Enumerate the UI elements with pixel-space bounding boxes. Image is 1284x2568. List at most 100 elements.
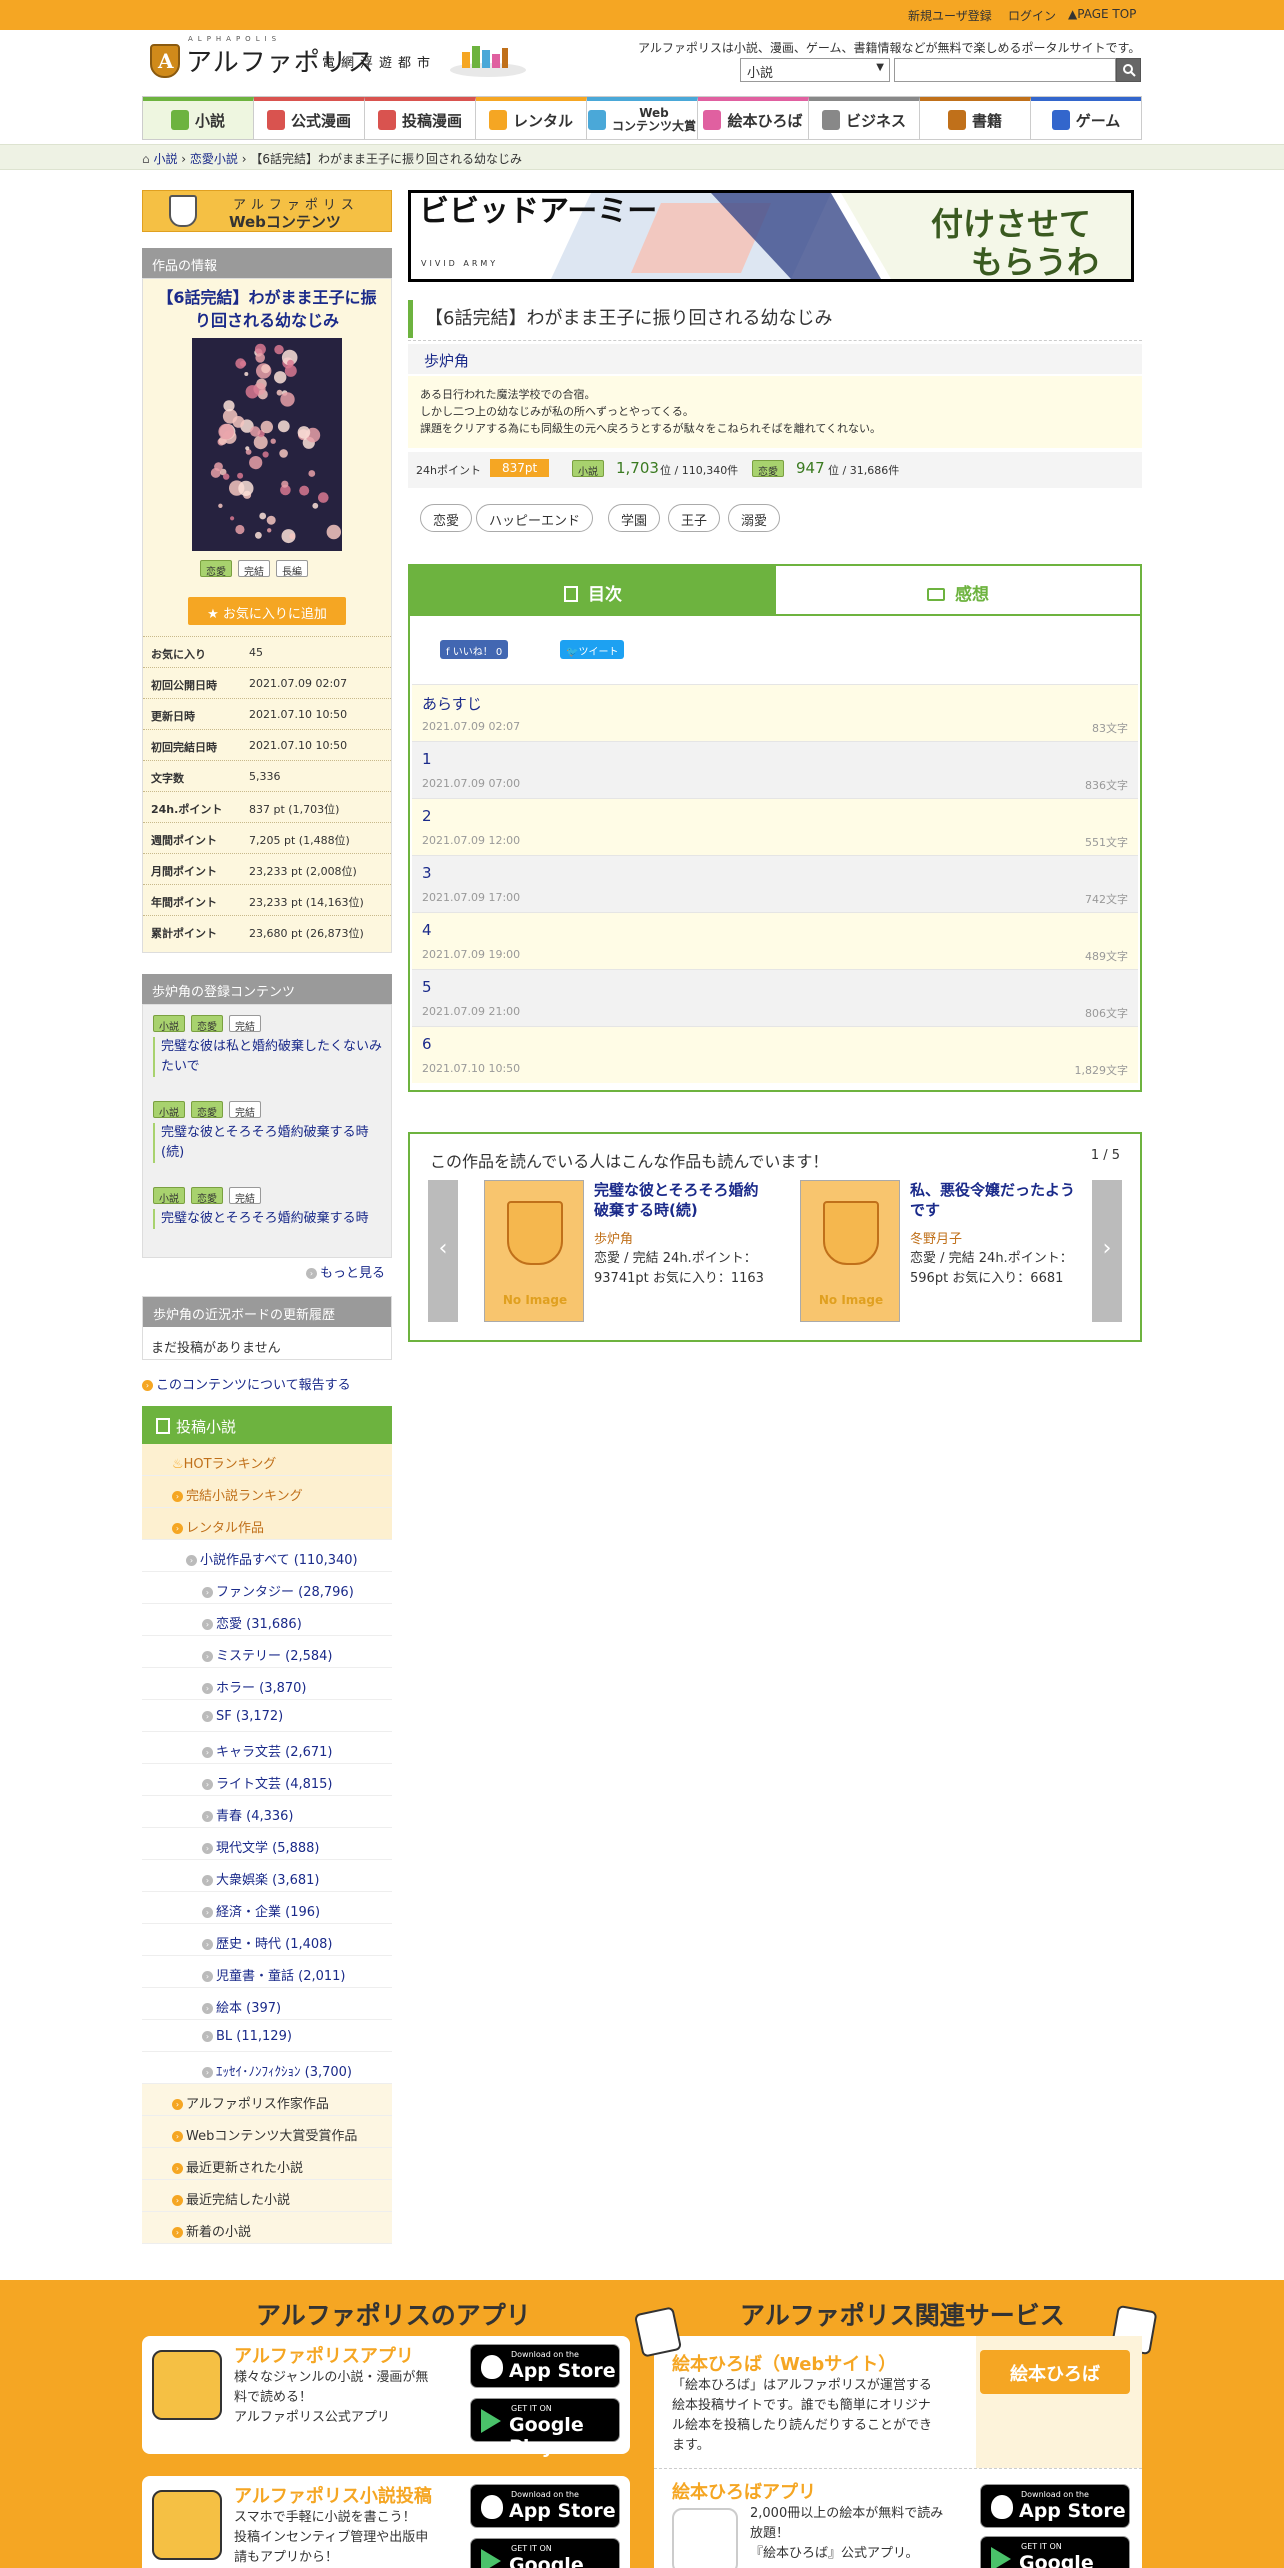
nav-item[interactable]: Web コンテンツ大賞 — [587, 97, 698, 139]
tab-toc[interactable]: 目次 — [410, 566, 776, 616]
breadcrumb-item[interactable]: 恋愛小説 — [190, 152, 238, 166]
google-play-button[interactable]: GET IT ONGoogle Play — [470, 2538, 620, 2568]
episode-row[interactable]: 6 2021.07.10 10:50 1,829文字 — [412, 1026, 1138, 1083]
google-play-button[interactable]: GET IT ONGoogle Play — [980, 2536, 1130, 2568]
tab-comments[interactable]: 感想 — [776, 566, 1140, 616]
ad-banner[interactable]: ビビッドアーミー VIVID ARMY 付けさせて もらうわよ! — [408, 190, 1134, 282]
app-store-button[interactable]: Download on the App Store — [470, 2344, 620, 2388]
menu-item[interactable]: › 大衆娯楽 (3,681) — [142, 1860, 392, 1892]
tag-pill[interactable]: 王子 — [668, 504, 721, 532]
service-title[interactable]: 絵本ひろばアプリ — [672, 2478, 816, 2504]
nav-item[interactable]: 絵本ひろば — [698, 97, 809, 139]
login-link[interactable]: ログイン — [1008, 7, 1056, 24]
nav-item[interactable]: レンタル — [476, 97, 587, 139]
reco-title[interactable]: 完璧な彼とそろそろ婚約破棄する時(続) — [594, 1180, 764, 1220]
page-top-link[interactable]: ▲PAGE TOP — [1068, 7, 1136, 21]
home-icon[interactable]: ⌂ — [142, 152, 150, 166]
reco-cover[interactable]: No Image — [484, 1180, 584, 1322]
ehiroba-button[interactable]: 絵本ひろば — [980, 2350, 1130, 2394]
webcontents-banner[interactable]: アルファポリス Webコンテンツ — [142, 190, 392, 232]
reco-title[interactable]: 私、悪役令嬢だったようです — [910, 1180, 1080, 1220]
episode-title[interactable]: 2 — [422, 807, 432, 825]
nav-item[interactable]: 小説 — [143, 97, 254, 139]
search-category-select[interactable]: 小説 ▼ — [740, 58, 890, 82]
tag-pill[interactable]: 学園 — [608, 504, 661, 532]
menu-item[interactable]: › ファンタジー (28,796) — [142, 1572, 392, 1604]
menu-item[interactable]: ♨HOTランキング — [142, 1444, 392, 1476]
ehiroba-app-icon[interactable] — [672, 2508, 738, 2568]
menu-item[interactable]: › 現代文学 (5,888) — [142, 1828, 392, 1860]
episode-title[interactable]: 4 — [422, 921, 432, 939]
menu-item[interactable]: › キャラ文芸 (2,671) — [142, 1732, 392, 1764]
author-content-item[interactable]: 小説 恋愛 完結 完璧な彼とそろそろ婚約破棄する時(続) — [153, 1101, 383, 1163]
episode-row[interactable]: 5 2021.07.09 21:00 806文字 — [412, 969, 1138, 1026]
add-favorite-button[interactable]: ★ お気に入りに追加 — [188, 597, 346, 625]
nav-item[interactable]: 投稿漫画 — [365, 97, 476, 139]
search-button[interactable] — [1116, 58, 1141, 82]
menu-item[interactable]: › 歴史・時代 (1,408) — [142, 1924, 392, 1956]
episode-row[interactable]: あらすじ 2021.07.09 02:07 83文字 — [412, 684, 1138, 741]
app-store-button[interactable]: Download on the App Store — [980, 2484, 1130, 2528]
menu-item[interactable]: › ホラー (3,870) — [142, 1668, 392, 1700]
service-title[interactable]: 絵本ひろば（Webサイト） — [672, 2350, 896, 2376]
menu-item[interactable]: › Webコンテンツ大賞受賞作品 — [142, 2116, 392, 2148]
menu-item[interactable]: › ｴｯｾｲ･ﾉﾝﾌｨｸｼｮﾝ (3,700) — [142, 2052, 392, 2084]
novel-menu-header[interactable]: 投稿小説 — [142, 1406, 392, 1444]
carousel-next-button[interactable]: › — [1092, 1180, 1122, 1322]
episode-row[interactable]: 4 2021.07.09 19:00 489文字 — [412, 912, 1138, 969]
nav-item[interactable]: ビジネス — [809, 97, 920, 139]
app-store-button[interactable]: Download on the App Store — [470, 2484, 620, 2528]
menu-item[interactable]: › ミステリー (2,584) — [142, 1636, 392, 1668]
author-content-title[interactable]: 完璧な彼とそろそろ婚約破棄する時 — [153, 1209, 383, 1229]
author-link[interactable]: 歩炉角 — [408, 344, 1142, 374]
menu-item[interactable]: › 児童書・童話 (2,011) — [142, 1956, 392, 1988]
menu-item[interactable]: › レンタル作品 — [142, 1508, 392, 1540]
alphapolis-app-icon[interactable] — [152, 2350, 222, 2420]
tag-pill[interactable]: 溺愛 — [728, 504, 781, 532]
nav-item[interactable]: ゲーム — [1031, 97, 1141, 139]
nav-item[interactable]: 公式漫画 — [254, 97, 365, 139]
menu-item[interactable]: › アルファポリス作家作品 — [142, 2084, 392, 2116]
reco-card[interactable]: 私、悪役令嬢だったようです 冬野月子 恋愛 / 完結 24h.ポイント：596p… — [910, 1180, 1080, 1289]
reco-author[interactable]: 歩炉角 — [594, 1228, 764, 1247]
menu-item[interactable]: › 恋愛 (31,686) — [142, 1604, 392, 1636]
app-title[interactable]: アルファポリスアプリ — [234, 2342, 414, 2368]
menu-item[interactable]: › SF (3,172) — [142, 1700, 392, 1732]
carousel-prev-button[interactable]: ‹ — [428, 1180, 458, 1322]
episode-title[interactable]: 5 — [422, 978, 432, 996]
cover-image[interactable] — [192, 338, 342, 551]
tag-pill[interactable]: 恋愛 — [420, 504, 473, 532]
reco-author[interactable]: 冬野月子 — [910, 1228, 1080, 1247]
episode-row[interactable]: 2 2021.07.09 12:00 551文字 — [412, 798, 1138, 855]
tweet-button[interactable]: 🐦ツイート — [560, 640, 625, 659]
google-play-button[interactable]: GET IT ONGoogle Play — [470, 2398, 620, 2458]
more-link[interactable]: › もっと見る — [306, 1262, 385, 1281]
tag-pill[interactable]: ハッピーエンド — [476, 504, 594, 532]
facebook-like-button[interactable]: f いいね！ 0 — [440, 640, 509, 659]
author-content-item[interactable]: 小説 恋愛 完結 完璧な彼とそろそろ婚約破棄する時 — [153, 1187, 383, 1229]
episode-title[interactable]: 6 — [422, 1035, 432, 1053]
menu-item[interactable]: › 絵本 (397) — [142, 1988, 392, 2020]
episode-title[interactable]: あらすじ — [422, 693, 482, 714]
reco-cover[interactable]: No Image — [800, 1180, 900, 1322]
menu-item[interactable]: › 最近更新された小説 — [142, 2148, 392, 2180]
episode-title[interactable]: 3 — [422, 864, 432, 882]
menu-item[interactable]: › 青春 (4,336) — [142, 1796, 392, 1828]
episode-row[interactable]: 1 2021.07.09 07:00 836文字 — [412, 741, 1138, 798]
author-content-item[interactable]: 小説 恋愛 完結 完璧な彼は私と婚約破棄したくないみたいで — [153, 1015, 383, 1077]
menu-item[interactable]: › 小説作品すべて (110,340) — [142, 1540, 392, 1572]
menu-item[interactable]: › BL (11,129) — [142, 2020, 392, 2052]
register-link[interactable]: 新規ユーザ登録 — [908, 7, 992, 24]
menu-item[interactable]: › 最近完結した小説 — [142, 2180, 392, 2212]
novel-post-app-icon[interactable] — [152, 2490, 222, 2560]
logo-emblem-icon[interactable]: A — [150, 44, 180, 78]
app-title[interactable]: アルファポリス小説投稿 — [234, 2482, 432, 2508]
work-title[interactable]: 【6話完結】わがまま王子に振り回される幼なじみ — [154, 286, 380, 332]
author-content-title[interactable]: 完璧な彼は私と婚約破棄したくないみたいで — [153, 1037, 383, 1077]
author-content-title[interactable]: 完璧な彼とそろそろ婚約破棄する時(続) — [153, 1123, 383, 1163]
menu-item[interactable]: › 経済・企業 (196) — [142, 1892, 392, 1924]
report-link[interactable]: › このコンテンツについて報告する — [142, 1374, 351, 1393]
menu-item[interactable]: › 完結小説ランキング — [142, 1476, 392, 1508]
episode-title[interactable]: 1 — [422, 750, 432, 768]
episode-row[interactable]: 3 2021.07.09 17:00 742文字 — [412, 855, 1138, 912]
